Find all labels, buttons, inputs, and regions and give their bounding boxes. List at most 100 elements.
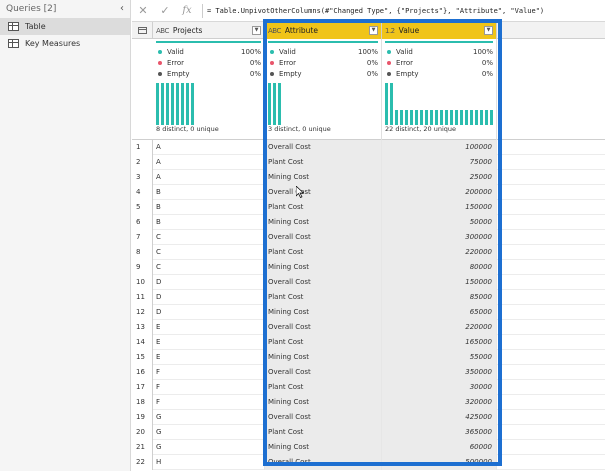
cell-attribute[interactable]: Mining Cost [265, 215, 382, 230]
row-number[interactable]: 9 [132, 260, 153, 275]
text-type-icon[interactable]: A͏B͏C [156, 27, 169, 35]
cell-attribute[interactable]: Overall Cost [265, 320, 382, 335]
cell-value[interactable]: 200000 [382, 185, 497, 200]
cell-attribute[interactable]: Overall Cost [265, 365, 382, 380]
table-row[interactable]: 21 G Mining Cost 60000 [132, 440, 605, 455]
histogram-bar[interactable] [171, 83, 174, 125]
cell-project[interactable]: B [153, 185, 265, 200]
table-row[interactable]: 9 C Mining Cost 80000 [132, 260, 605, 275]
histogram-bar[interactable] [420, 110, 423, 125]
cell-value[interactable]: 150000 [382, 275, 497, 290]
row-number[interactable]: 15 [132, 350, 153, 365]
cell-attribute[interactable]: Plant Cost [265, 200, 382, 215]
row-number[interactable]: 11 [132, 290, 153, 305]
cell-project[interactable]: C [153, 260, 265, 275]
table-row[interactable]: 5 B Plant Cost 150000 [132, 200, 605, 215]
cell-project[interactable]: H [153, 455, 265, 470]
row-number[interactable]: 12 [132, 305, 153, 320]
table-row[interactable]: 20 G Plant Cost 365000 [132, 425, 605, 440]
table-row[interactable]: 4 B Overall Cost 200000 [132, 185, 605, 200]
cell-value[interactable]: 220000 [382, 245, 497, 260]
row-number[interactable]: 17 [132, 380, 153, 395]
cell-project[interactable]: G [153, 425, 265, 440]
cell-value[interactable]: 55000 [382, 350, 497, 365]
row-number[interactable]: 14 [132, 335, 153, 350]
cell-project[interactable]: C [153, 230, 265, 245]
cell-attribute[interactable]: Plant Cost [265, 335, 382, 350]
cell-value[interactable]: 300000 [382, 230, 497, 245]
cell-value[interactable]: 30000 [382, 380, 497, 395]
histogram-bar[interactable] [181, 83, 184, 125]
histogram-bar[interactable] [278, 83, 281, 125]
row-number[interactable]: 1 [132, 140, 153, 155]
cell-attribute[interactable]: Mining Cost [265, 305, 382, 320]
cell-project[interactable]: D [153, 275, 265, 290]
histogram-bar[interactable] [161, 83, 164, 125]
table-row[interactable]: 17 F Plant Cost 30000 [132, 380, 605, 395]
cell-value[interactable]: 85000 [382, 290, 497, 305]
cell-project[interactable]: F [153, 380, 265, 395]
cell-attribute[interactable]: Mining Cost [265, 350, 382, 365]
histogram-bar[interactable] [425, 110, 428, 125]
row-number[interactable]: 4 [132, 185, 153, 200]
histogram-bar[interactable] [490, 110, 493, 125]
histogram-bar[interactable] [390, 83, 393, 125]
row-number[interactable]: 20 [132, 425, 153, 440]
query-item-table[interactable]: Table [0, 18, 130, 35]
cell-attribute[interactable]: Overall Cost [265, 230, 382, 245]
histogram-bar[interactable] [465, 110, 468, 125]
histogram-bar[interactable] [156, 83, 159, 125]
cell-attribute[interactable]: Mining Cost [265, 440, 382, 455]
cell-value[interactable]: 80000 [382, 260, 497, 275]
query-item-key-measures[interactable]: Key Measures [0, 35, 130, 52]
table-row[interactable]: 2 A Plant Cost 75000 [132, 155, 605, 170]
histogram-bar[interactable] [430, 110, 433, 125]
cell-attribute[interactable]: Overall Cost [265, 185, 382, 200]
histogram-bar[interactable] [166, 83, 169, 125]
cell-value[interactable]: 150000 [382, 200, 497, 215]
histogram-bar[interactable] [400, 110, 403, 125]
histogram-bar[interactable] [445, 110, 448, 125]
table-row[interactable]: 19 G Overall Cost 425000 [132, 410, 605, 425]
cell-value[interactable]: 75000 [382, 155, 497, 170]
cell-project[interactable]: B [153, 215, 265, 230]
cancel-icon[interactable]: ✕ [132, 4, 154, 17]
cell-value[interactable]: 500000 [382, 455, 497, 470]
histogram-bar[interactable] [405, 110, 408, 125]
table-row[interactable]: 13 E Overall Cost 220000 [132, 320, 605, 335]
table-row[interactable]: 10 D Overall Cost 150000 [132, 275, 605, 290]
cell-attribute[interactable]: Plant Cost [265, 290, 382, 305]
table-row[interactable]: 14 E Plant Cost 165000 [132, 335, 605, 350]
histogram-bar[interactable] [385, 83, 388, 125]
histogram-bar[interactable] [485, 110, 488, 125]
cell-attribute[interactable]: Mining Cost [265, 395, 382, 410]
cell-value[interactable]: 25000 [382, 170, 497, 185]
collapse-pane-icon[interactable]: ‹ [120, 3, 124, 14]
row-number[interactable]: 5 [132, 200, 153, 215]
row-number[interactable]: 21 [132, 440, 153, 455]
fx-icon[interactable]: fx [176, 5, 198, 16]
column-header-attribute[interactable]: A͏B͏C Attribute ▼ [265, 22, 382, 39]
cell-attribute[interactable]: Overall Cost [265, 275, 382, 290]
cell-attribute[interactable]: Plant Cost [265, 245, 382, 260]
cell-project[interactable]: B [153, 200, 265, 215]
cell-project[interactable]: A [153, 140, 265, 155]
row-number[interactable]: 8 [132, 245, 153, 260]
cell-project[interactable]: E [153, 320, 265, 335]
row-number[interactable]: 6 [132, 215, 153, 230]
histogram-bar[interactable] [410, 110, 413, 125]
table-row[interactable]: 1 A Overall Cost 100000 [132, 140, 605, 155]
histogram-bar[interactable] [440, 110, 443, 125]
row-number[interactable]: 10 [132, 275, 153, 290]
filter-dropdown-icon[interactable]: ▼ [369, 26, 378, 35]
cell-attribute[interactable]: Plant Cost [265, 155, 382, 170]
histogram-bar[interactable] [176, 83, 179, 125]
cell-project[interactable]: C [153, 245, 265, 260]
histogram-bar[interactable] [191, 83, 194, 125]
row-number[interactable]: 19 [132, 410, 153, 425]
cell-project[interactable]: E [153, 335, 265, 350]
text-type-icon[interactable]: A͏B͏C [268, 27, 281, 35]
histogram-bar[interactable] [470, 110, 473, 125]
histogram-bar[interactable] [455, 110, 458, 125]
cell-project[interactable]: D [153, 305, 265, 320]
